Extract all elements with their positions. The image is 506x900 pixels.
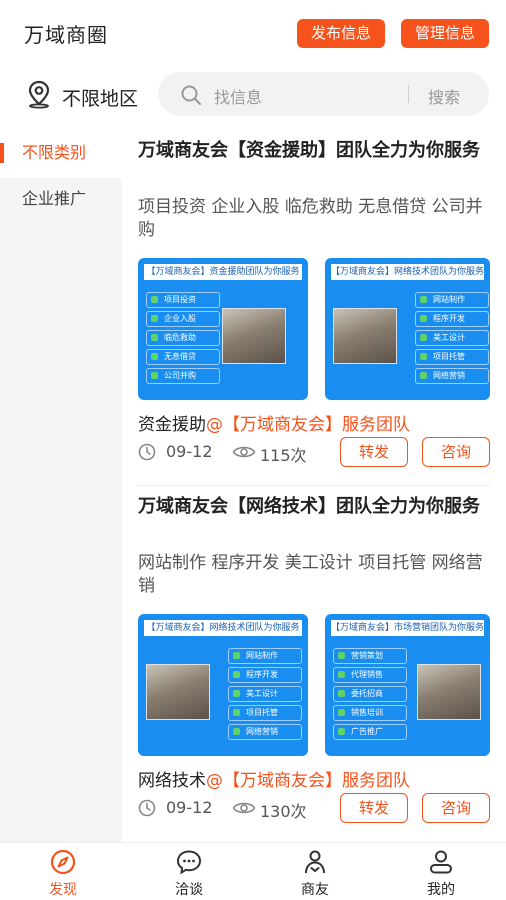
post-title: 万域商友会【网络技术】团队全力为你服务 [138,496,480,517]
post-date: 09-12 [166,442,213,461]
clock-icon [138,799,156,817]
source-category: 资金援助 [138,415,206,435]
sidebar-item-all-categories[interactable]: 不限类别 [0,128,122,178]
search-button[interactable]: 搜索 [428,84,460,108]
image-service-list: 营销策划 代理销售 委托招商 销售培训 广告推广 [333,648,407,743]
image-banner-text: 【万域商友会】市场营销团队为你服务 [331,620,484,636]
bottom-tab-bar: 发现 洽谈 商友 我的 [0,842,506,900]
office-photo [146,664,210,720]
post-title: 万域商友会【资金援助】团队全力为你服务 [138,140,480,161]
chat-icon [176,850,202,875]
image-service-item: 项目投资 [146,292,220,308]
eye-icon [232,446,256,458]
post-image-gallery: 【万域商友会】网络技术团队为你服务 网站制作 程序开发 美工设计 项目托管 网络… [138,614,490,756]
tab-label: 发现 [49,882,77,898]
image-service-item: 代理销售 [333,667,407,683]
image-banner-text: 【万域商友会】资金援助团队为你服务 [144,264,302,280]
image-service-item: 程序开发 [228,667,302,683]
source-team-link[interactable]: @【万域商友会】服务团队 [206,771,410,791]
manage-button[interactable]: 管理信息 [401,19,489,48]
image-service-item: 公司并购 [146,368,220,384]
post-list: 万域商友会【资金援助】团队全力为你服务 项目投资 企业入股 临危救助 无息借贷 … [122,128,506,842]
image-service-item: 无息借贷 [146,349,220,365]
tab-friends[interactable]: 商友 [252,843,378,900]
post-meta: 09-12 130次 转发 咨询 [138,793,490,823]
image-service-item: 委托招商 [333,686,407,702]
office-photo [333,308,397,364]
image-service-item: 项目托管 [228,705,302,721]
tab-label: 我的 [427,882,455,898]
image-service-item: 广告推广 [333,724,407,740]
tab-me[interactable]: 我的 [378,843,504,900]
image-banner-text: 【万域商友会】网络技术团队为你服务 [331,264,484,280]
image-service-item: 营销策划 [333,648,407,664]
tab-label: 商友 [301,882,329,898]
image-service-list: 网站制作 程序开发 美工设计 项目托管 网络营销 [415,292,489,387]
compass-icon [50,849,76,875]
post-image[interactable]: 【万域商友会】网络技术团队为你服务 网站制作 程序开发 美工设计 项目托管 网络… [138,614,308,756]
post-image[interactable]: 【万域商友会】资金援助团队为你服务 项目投资 企业入股 临危救助 无息借贷 公司… [138,258,308,400]
forward-button[interactable]: 转发 [340,793,408,823]
post-image[interactable]: 【万域商友会】市场营销团队为你服务 营销策划 代理销售 委托招商 销售培训 广告… [325,614,490,756]
eye-icon [232,802,256,814]
friends-icon [305,850,325,874]
app-header: 万域商圈 发布信息 管理信息 [0,0,506,62]
image-service-item: 网站制作 [415,292,489,308]
tab-label: 洽谈 [175,882,203,898]
image-service-item: 企业入股 [146,311,220,327]
image-service-item: 网站制作 [228,648,302,664]
image-service-list: 项目投资 企业入股 临危救助 无息借贷 公司并购 [146,292,220,387]
app-title: 万域商圈 [24,23,108,47]
tab-chat[interactable]: 洽谈 [126,843,252,900]
image-service-list: 网站制作 程序开发 美工设计 项目托管 网络营销 [228,648,302,743]
image-service-item: 网络营销 [415,368,489,384]
search-row: 不限地区 找信息 搜索 [0,62,506,128]
office-photo [222,308,286,364]
post-date: 09-12 [166,798,213,817]
publish-button[interactable]: 发布信息 [297,19,385,48]
image-service-item: 美工设计 [415,330,489,346]
image-service-item: 网络营销 [228,724,302,740]
search-placeholder: 找信息 [214,88,263,107]
post-meta: 09-12 115次 转发 咨询 [138,437,490,467]
post-source: 网络技术@【万域商友会】服务团队 [138,766,410,791]
image-service-item: 程序开发 [415,311,489,327]
consult-button[interactable]: 咨询 [422,793,490,823]
view-count: 115次 [260,446,307,465]
consult-button[interactable]: 咨询 [422,437,490,467]
post-image[interactable]: 【万域商友会】网络技术团队为你服务 网站制作 程序开发 美工设计 项目托管 网络… [325,258,490,400]
image-service-item: 临危救助 [146,330,220,346]
post-description: 项目投资 企业入股 临危救助 无息借贷 公司并购 [138,197,483,240]
post-divider [138,485,490,486]
post-card[interactable]: 万域商友会【网络技术】团队全力为你服务 网站制作 程序开发 美工设计 项目托管 … [138,496,490,598]
source-team-link[interactable]: @【万域商友会】服务团队 [206,415,410,435]
image-service-item: 销售培训 [333,705,407,721]
view-count: 130次 [260,802,307,821]
post-description: 网站制作 程序开发 美工设计 项目托管 网络营销 [138,553,483,596]
location-pin-icon[interactable] [24,79,54,109]
forward-button[interactable]: 转发 [340,437,408,467]
image-service-item: 项目托管 [415,349,489,365]
clock-icon [138,443,156,461]
sidebar-item-enterprise-promotion[interactable]: 企业推广 [0,174,122,224]
category-sidebar: 不限类别 企业推广 [0,128,122,842]
source-category: 网络技术 [138,771,206,791]
office-photo [417,664,481,720]
profile-icon [430,850,452,874]
image-service-item: 美工设计 [228,686,302,702]
post-card[interactable]: 万域商友会【资金援助】团队全力为你服务 项目投资 企业入股 临危救助 无息借贷 … [138,140,490,242]
location-filter[interactable]: 不限地区 [62,84,138,111]
search-icon [181,85,201,105]
post-image-gallery: 【万域商友会】资金援助团队为你服务 项目投资 企业入股 临危救助 无息借贷 公司… [138,258,490,400]
search-input[interactable]: 找信息 搜索 [158,72,489,116]
post-source: 资金援助@【万域商友会】服务团队 [138,410,410,435]
search-divider [408,85,409,103]
image-banner-text: 【万域商友会】网络技术团队为你服务 [144,620,302,636]
tab-discover[interactable]: 发现 [0,843,126,900]
